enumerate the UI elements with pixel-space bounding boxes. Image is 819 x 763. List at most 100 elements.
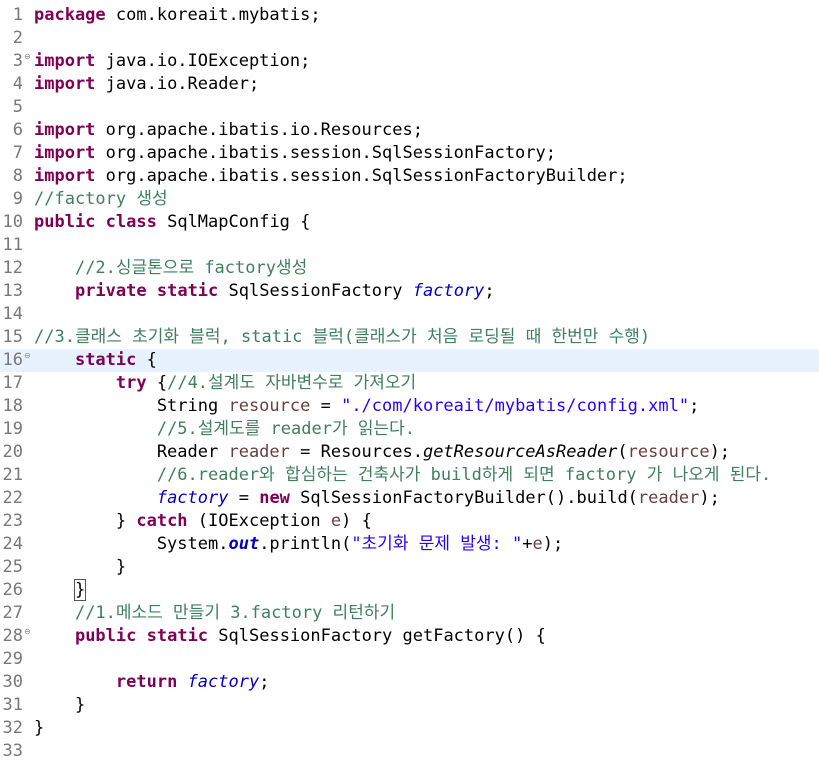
code-line[interactable]: 28 ⊖ public static SqlSessionFactory getF… [0,625,819,648]
code-token: + [522,534,533,554]
comment-token: //factory 생성 [34,189,168,209]
code-line[interactable]: 10 public class SqlMapConfig { [0,211,819,234]
code-token: java.io.IOException; [95,51,311,71]
code-line[interactable]: 25 } [0,556,819,579]
code-line[interactable]: 9 //factory 생성 [0,188,819,211]
code-line[interactable]: 20 Reader reader = Resources.getResource… [0,441,819,464]
code-text: factory = new SqlSessionFactoryBuilder()… [34,487,720,510]
code-text: public class SqlMapConfig { [34,211,310,234]
code-line[interactable]: 8 import org.apache.ibatis.session.SqlSes… [0,165,819,188]
code-token: ); [709,442,731,462]
keyword-token: import [34,120,96,140]
field-token: factory [156,488,229,508]
line-number: 33 [2,741,23,761]
code-line[interactable]: 22 factory = new SqlSessionFactoryBuilde… [0,487,819,510]
line-number: 23 [2,511,23,531]
keyword-token: static [74,350,137,370]
code-token: .println( [259,534,352,554]
comment-token: //5.설계도를 reader가 읽는다. [156,419,416,439]
field-token: factory [187,672,260,692]
code-line[interactable]: 2 [0,27,819,50]
method-token: getResourceAsReader [422,442,618,462]
code-token: SqlSessionFactoryBuilder().build( [289,488,638,508]
code-text: } [34,694,85,717]
code-line[interactable]: 13 private static SqlSessionFactory fact… [0,280,819,303]
code-text: } [34,579,87,602]
code-text: static { [34,349,157,372]
line-number: 15 [2,327,23,347]
keyword-token: try [115,373,147,393]
code-text: package com.koreait.mybatis; [34,4,321,27]
line-number: 21 [2,465,23,485]
code-token: SqlSessionFactory [218,281,413,301]
keyword-token: import [34,51,96,71]
line-number: 13 [2,281,23,301]
code-line[interactable]: 14 [0,303,819,326]
code-line[interactable]: 1 package com.koreait.mybatis; [0,4,819,27]
code-line[interactable]: 33 [0,740,819,763]
keyword-token: private [74,281,147,301]
code-line[interactable]: 4 import java.io.Reader; [0,73,819,96]
code-text: return factory; [34,671,270,694]
code-editor[interactable]: 1 package com.koreait.mybatis; 2 3 ⊖ import j… [0,0,819,761]
fold-collapse-icon[interactable]: ⊖ [24,628,32,636]
code-line[interactable]: 18 String resource = "./com/koreait/myba… [0,395,819,418]
code-line[interactable]: 24 System.out.println("초기화 문제 발생: "+e); [0,533,819,556]
code-line[interactable]: 19 //5.설계도를 reader가 읽는다. [0,418,819,441]
code-line[interactable]: 32} [0,717,819,740]
code-text: import java.io.Reader; [34,73,259,96]
line-number: 4 [12,74,23,94]
line-number: 17 [2,373,23,393]
line-number: 18 [2,396,23,416]
code-line[interactable]: 3 ⊖ import java.io.IOException; [0,50,819,73]
line-number: 31 [2,695,23,715]
code-token: org.apache.ibatis.session.SqlSessionFact… [95,166,628,186]
fold-collapse-icon[interactable]: ⊖ [24,352,32,360]
code-token: ); [699,488,720,508]
line-number: 10 [2,212,23,232]
code-line[interactable]: 23 } catch (IOException e) { [0,510,819,533]
code-token: org.apache.ibatis.io.Resources; [95,120,423,140]
keyword-token: import [34,74,96,94]
code-token: ) { [341,511,372,531]
code-line[interactable]: 29 [0,648,819,671]
code-line[interactable]: 26 } [0,579,819,602]
code-line[interactable]: 27 //1.메소드 만들기 3.factory 리턴하기 [0,602,819,625]
fold-collapse-icon[interactable]: ⊖ [24,53,32,61]
code-line[interactable]: 21 //6.reader와 합심하는 건축사가 build하게 되면 fact… [0,464,819,487]
variable-token: reader [228,442,290,462]
code-token: org.apache.ibatis.session.SqlSessionFact… [95,143,556,163]
code-token: { [136,350,157,370]
line-number: 2 [12,28,23,48]
code-line[interactable]: 7 import org.apache.ibatis.session.SqlSes… [0,142,819,165]
code-line[interactable]: 11 [0,234,819,257]
keyword-token: public [74,626,137,646]
code-token: ); [542,534,564,554]
keyword-token: return [115,672,178,692]
keyword-token: static [156,281,219,301]
code-line[interactable]: 12 //2.싱글톤으로 factory생성 [0,257,819,280]
code-line[interactable]: 16 ⊖ static { [0,349,819,372]
code-line[interactable]: 31 } [0,694,819,717]
line-number: 8 [12,166,23,186]
variable-token: resource [627,442,710,462]
code-line[interactable]: 6 import org.apache.ibatis.io.Resources; [0,119,819,142]
code-line[interactable]: 5 [0,96,819,119]
keyword-token: import [34,166,96,186]
code-line[interactable]: 17 try {//4.설계도 자바변수로 가져오기 [0,372,819,395]
line-number: 20 [2,442,23,462]
line-number: 5 [12,97,23,117]
line-number: 6 [12,120,23,140]
code-line[interactable]: 15 //3.클래스 초기화 블럭, static 블럭(클래스가 처음 로딩될 … [0,326,819,349]
code-token: System. [34,534,229,554]
line-number: 11 [2,235,23,255]
code-line[interactable]: 30 return factory; [0,671,819,694]
code-text: //1.메소드 만들기 3.factory 리턴하기 [34,602,395,625]
